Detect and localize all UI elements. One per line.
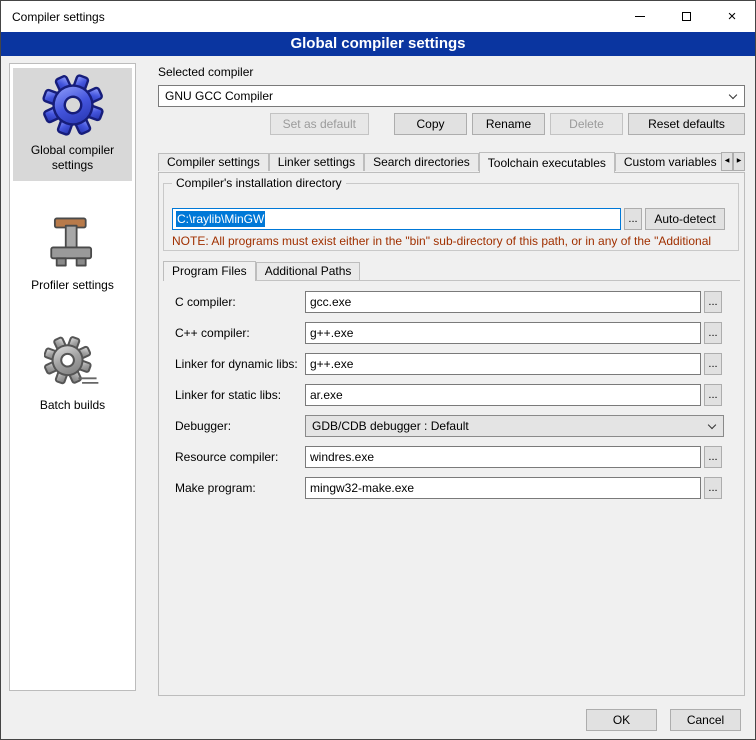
tab-scroll-right-button[interactable]: ▶ (733, 152, 745, 171)
field-label: Linker for dynamic libs: (175, 357, 305, 371)
subtab-program-files[interactable]: Program Files (163, 261, 256, 281)
make-program-row: Make program: ... (175, 477, 740, 499)
field-label: Make program: (175, 481, 305, 495)
resource-compiler-browse-button[interactable]: ... (704, 446, 722, 468)
field-label: Debugger: (175, 419, 305, 433)
tab-scroll-buttons: ◀ ▶ (721, 151, 745, 173)
c-compiler-input[interactable] (305, 291, 701, 313)
installation-directory-input[interactable]: C:\raylib\MinGW (172, 208, 621, 230)
field-label: C++ compiler: (175, 326, 305, 340)
make-program-browse-button[interactable]: ... (704, 477, 722, 499)
sidebar: Global compiler settings Profiler settin… (9, 63, 136, 691)
subtab-additional-paths[interactable]: Additional Paths (256, 262, 361, 280)
linker-static-input[interactable] (305, 384, 701, 406)
debugger-dropdown[interactable]: GDB/CDB debugger : Default (305, 415, 724, 437)
resource-compiler-row: Resource compiler: ... (175, 446, 740, 468)
c-compiler-row: C compiler: ... (175, 291, 740, 313)
sidebar-item-label: Global compiler settings (15, 143, 130, 173)
subtabs: Program Files Additional Paths (163, 259, 740, 281)
maximize-icon (682, 12, 691, 21)
cpp-compiler-browse-button[interactable]: ... (704, 322, 722, 344)
note-text: NOTE: All programs must exist either in … (172, 234, 737, 248)
field-label: Linker for static libs: (175, 388, 305, 402)
installation-directory-group: Compiler's installation directory C:\ray… (163, 183, 739, 251)
browse-directory-button[interactable]: ... (624, 208, 642, 230)
cancel-button[interactable]: Cancel (670, 709, 741, 731)
tab-linker-settings[interactable]: Linker settings (269, 153, 364, 171)
program-files-page: C compiler: ... C++ compiler: ... Linker… (163, 281, 740, 689)
linker-dynamic-browse-button[interactable]: ... (704, 353, 722, 375)
dialog-footer: OK Cancel (586, 709, 741, 731)
tab-scroll-left-button[interactable]: ◀ (721, 152, 733, 171)
main-panel: Selected compiler GNU GCC Compiler Set a… (146, 63, 747, 703)
clamp-tool-icon (44, 213, 102, 271)
selected-compiler-value: GNU GCC Compiler (165, 89, 273, 103)
linker-dynamic-input[interactable] (305, 353, 701, 375)
chevron-down-icon (729, 91, 737, 99)
debugger-value: GDB/CDB debugger : Default (312, 419, 469, 433)
copy-button[interactable]: Copy (394, 113, 467, 135)
tab-search-directories[interactable]: Search directories (364, 153, 479, 171)
dialog-header: Global compiler settings (1, 32, 755, 56)
cpp-compiler-input[interactable] (305, 322, 701, 344)
debugger-row: Debugger: GDB/CDB debugger : Default (175, 415, 740, 437)
maximize-button[interactable] (663, 1, 709, 32)
toolchain-executables-page: Compiler's installation directory C:\ray… (158, 172, 745, 696)
rename-button[interactable]: Rename (472, 113, 545, 135)
selected-compiler-label: Selected compiler (158, 65, 253, 79)
installation-directory-value: C:\raylib\MinGW (176, 211, 265, 227)
linker-dynamic-row: Linker for dynamic libs: ... (175, 353, 740, 375)
sidebar-item-label: Profiler settings (31, 278, 114, 293)
chevron-down-icon (708, 421, 716, 429)
gear-gray-icon (44, 333, 102, 391)
c-compiler-browse-button[interactable]: ... (704, 291, 722, 313)
ok-button[interactable]: OK (586, 709, 657, 731)
close-button[interactable]: × (709, 1, 755, 32)
tabs-clip: Compiler settings Linker settings Search… (158, 151, 721, 173)
delete-button: Delete (550, 113, 623, 135)
minimize-icon (635, 16, 645, 17)
selected-compiler-dropdown[interactable]: GNU GCC Compiler (158, 85, 745, 107)
window-title: Compiler settings (1, 10, 105, 24)
tab-custom-variables[interactable]: Custom variables (615, 153, 721, 171)
titlebar: Compiler settings × (1, 1, 755, 32)
field-label: Resource compiler: (175, 450, 305, 464)
linker-static-browse-button[interactable]: ... (704, 384, 722, 406)
make-program-input[interactable] (305, 477, 701, 499)
compiler-actions: Set as default Copy Rename Delete Reset … (158, 113, 745, 135)
tabstrip: Compiler settings Linker settings Search… (158, 151, 745, 173)
tab-toolchain-executables[interactable]: Toolchain executables (479, 152, 615, 173)
compiler-settings-window: Compiler settings × Global compiler sett… (0, 0, 756, 740)
cpp-compiler-row: C++ compiler: ... (175, 322, 740, 344)
sidebar-item-global-compiler-settings[interactable]: Global compiler settings (13, 68, 132, 181)
field-label: C compiler: (175, 295, 305, 309)
reset-defaults-button[interactable]: Reset defaults (628, 113, 745, 135)
auto-detect-button[interactable]: Auto-detect (645, 208, 725, 230)
linker-static-row: Linker for static libs: ... (175, 384, 740, 406)
sidebar-item-profiler-settings[interactable]: Profiler settings (13, 207, 132, 301)
group-title: Compiler's installation directory (172, 176, 346, 190)
installation-directory-row: C:\raylib\MinGW ... Auto-detect (172, 208, 730, 230)
sidebar-item-label: Batch builds (40, 398, 105, 413)
window-controls: × (617, 1, 755, 32)
set-as-default-button: Set as default (270, 113, 369, 135)
minimize-button[interactable] (617, 1, 663, 32)
tab-compiler-settings[interactable]: Compiler settings (158, 153, 269, 171)
sidebar-item-batch-builds[interactable]: Batch builds (13, 327, 132, 421)
gear-blue-icon (42, 74, 104, 136)
resource-compiler-input[interactable] (305, 446, 701, 468)
